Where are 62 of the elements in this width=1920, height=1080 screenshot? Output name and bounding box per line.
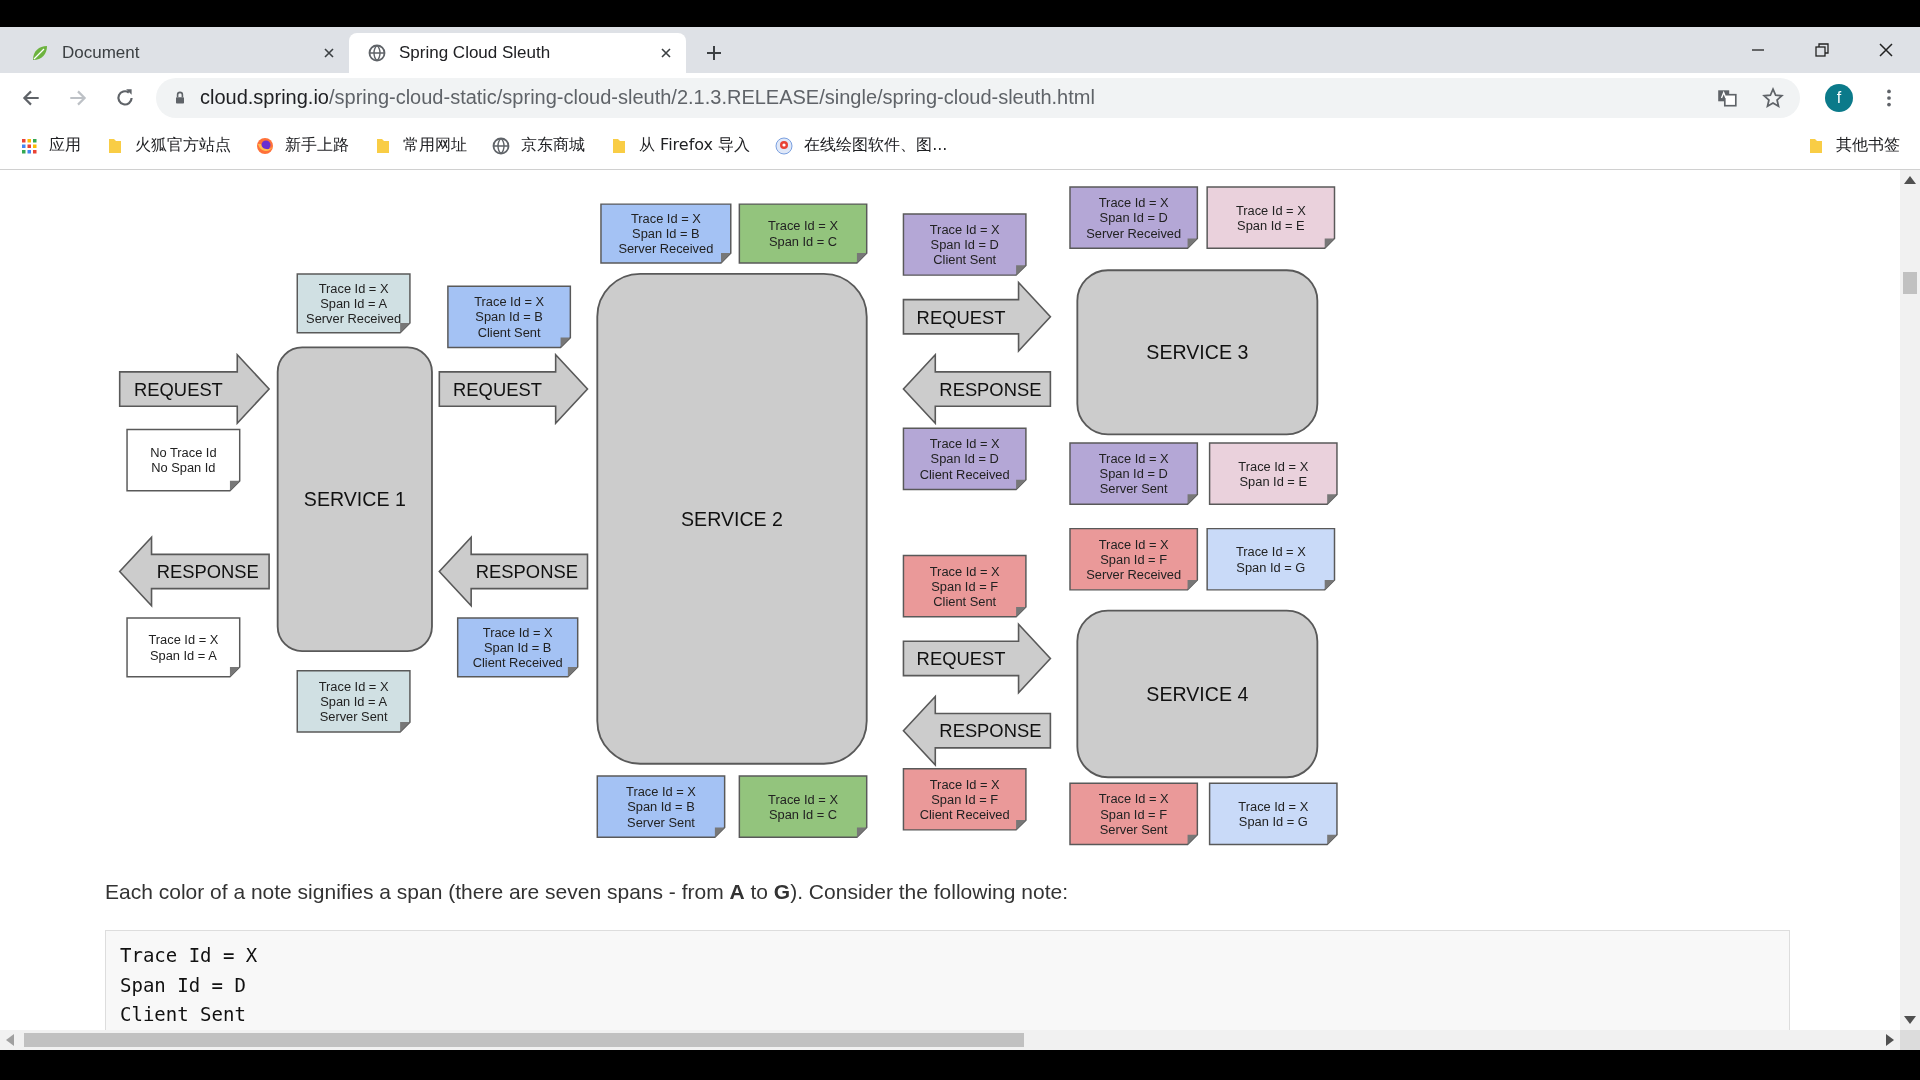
address-field[interactable]: cloud.spring.io/spring-cloud-static/spring-cloud-sleuth/2.1.3.RELEASE/single/spring-cloud-sleuth.html (156, 77, 1800, 118)
body-text: Each color of a note signifies a span (there are seven spans - from A to G). Consider the following note: (105, 879, 1070, 905)
span-note: Trace Id = X Span Id = B Server Received (600, 203, 732, 264)
bookmark-item[interactable]: 常用网址 (373, 135, 467, 156)
span-note: Trace Id = X Span Id = G (1208, 782, 1338, 846)
request-arrow: REQUEST (118, 352, 271, 426)
code-block: Trace Id = X Span Id = D Client Sent (105, 930, 1790, 1030)
span-note: Trace Id = X Span Id = B Client Sent (447, 285, 572, 349)
response-arrow: RESPONSE (902, 694, 1052, 767)
span-note: Trace Id = X Span Id = A Server Received (296, 273, 411, 334)
leaf-icon (30, 43, 50, 63)
bookmark-item[interactable]: 其他书签 (1806, 135, 1900, 156)
span-note: Trace Id = X Span Id = D Server Received (1069, 186, 1199, 249)
restore-icon[interactable] (1812, 40, 1832, 60)
service-box: SERVICE 1 (276, 346, 433, 652)
span-note: Trace Id = X Span Id = F Client Received (902, 767, 1027, 831)
span-note: Trace Id = X Span Id = F Server Received (1069, 527, 1199, 591)
span-note: Trace Id = X Span Id = A (126, 617, 241, 678)
request-arrow: REQUEST (902, 280, 1052, 354)
globe-icon (491, 135, 511, 156)
browser-tab[interactable]: Spring Cloud Sleuth (349, 33, 686, 73)
service-box: SERVICE 4 (1076, 609, 1319, 779)
horizontal-scrollbar[interactable] (0, 1030, 1920, 1050)
span-note: Trace Id = X Span Id = B Client Received (456, 617, 579, 678)
span-note: Trace Id = X Span Id = D Server Sent (1069, 442, 1199, 505)
span-note: Trace Id = X Span Id = C (738, 203, 868, 264)
bookmark-item[interactable]: 从 Firefox 导入 (609, 135, 751, 156)
bookmark-item[interactable]: 京东商城 (491, 135, 585, 156)
vertical-scrollbar[interactable] (1900, 170, 1920, 1030)
span-note: Trace Id = X Span Id = B Server Sent (596, 775, 726, 838)
span-note: No Trace Id No Span Id (126, 428, 241, 492)
span-note: Trace Id = X Span Id = A Server Sent (296, 669, 411, 733)
span-note: Trace Id = X Span Id = D Client Sent (902, 213, 1027, 276)
scroll-thumb[interactable] (24, 1033, 1024, 1047)
bookmark-item[interactable]: 应用 (19, 135, 81, 156)
service-box: SERVICE 3 (1076, 269, 1319, 436)
scroll-thumb[interactable] (1903, 272, 1917, 294)
profile-avatar[interactable]: f (1825, 83, 1853, 112)
span-note: Trace Id = X Span Id = F Client Sent (902, 554, 1027, 618)
request-arrow: REQUEST (902, 622, 1052, 695)
service-box: SERVICE 2 (596, 273, 868, 765)
firefox-icon (255, 135, 275, 156)
scrollbar-corner (1900, 1030, 1920, 1050)
span-note: Trace Id = X Span Id = G (1206, 527, 1336, 591)
span-note: Trace Id = X Span Id = E (1208, 442, 1338, 505)
star-icon[interactable] (1762, 86, 1784, 109)
span-note: Trace Id = X Span Id = F Server Sent (1069, 782, 1199, 846)
request-arrow: REQUEST (438, 352, 589, 426)
bookmark-item[interactable]: 在线绘图软件、图... (774, 135, 948, 156)
globe-icon (367, 43, 387, 63)
bookmark-item[interactable]: 火狐官方站点 (105, 135, 231, 156)
response-arrow: RESPONSE (118, 535, 270, 608)
browser-tab[interactable]: Document (12, 33, 349, 73)
new-tab-icon[interactable] (704, 43, 724, 63)
diagram-app-icon (774, 135, 795, 156)
span-note: Trace Id = X Span Id = C (738, 775, 868, 838)
span-note: Trace Id = X Span Id = D Client Received (902, 427, 1027, 491)
response-arrow: RESPONSE (902, 352, 1052, 426)
reload-icon[interactable] (114, 86, 136, 109)
bookmark-item[interactable]: 新手上路 (255, 135, 349, 156)
span-note: Trace Id = X Span Id = E (1206, 186, 1336, 249)
response-arrow: RESPONSE (438, 535, 589, 608)
